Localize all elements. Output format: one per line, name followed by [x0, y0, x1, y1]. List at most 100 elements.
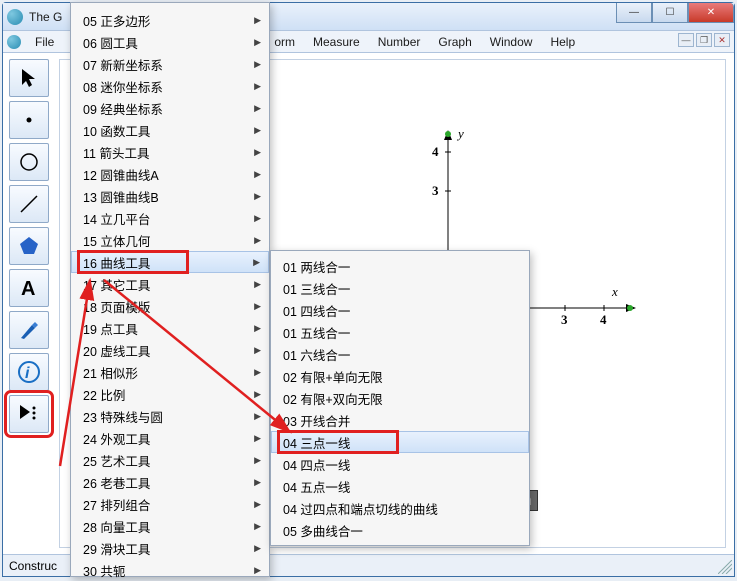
menu-item-label: 22 比例 [83, 385, 125, 404]
left-toolbar: A i [9, 59, 51, 433]
submenu-arrow-icon: ▶ [254, 367, 261, 378]
menu-window[interactable]: Window [482, 33, 541, 51]
menu-item-label: 12 圆锥曲线A [83, 165, 159, 184]
submenu-arrow-icon: ▶ [254, 213, 261, 224]
menu-item[interactable]: 13 圆锥曲线B▶ [71, 185, 269, 207]
menu-item-label: 11 箭头工具 [83, 143, 149, 162]
polygon-tool-button[interactable] [9, 227, 49, 265]
submenu-item[interactable]: 01 两线合一 [271, 255, 529, 277]
selection-arrow-tool[interactable] [9, 59, 49, 97]
submenu-arrow-icon: ▶ [254, 191, 261, 202]
menu-item[interactable]: 24 外观工具▶ [71, 427, 269, 449]
menu-item-label: 05 正多边形 [83, 11, 150, 30]
submenu-item[interactable]: 01 三线合一 [271, 277, 529, 299]
submenu-item-label: 01 六线合一 [283, 345, 350, 364]
submenu-item[interactable]: 04 过四点和端点切线的曲线 [271, 497, 529, 519]
submenu-item-label: 02 有限+双向无限 [283, 389, 383, 408]
menu-item-label: 26 老巷工具 [83, 473, 150, 492]
menu-item[interactable]: 05 正多边形▶ [71, 9, 269, 31]
submenu-item-label: 04 四点一线 [283, 455, 350, 474]
submenu-arrow-icon: ▶ [254, 565, 261, 576]
submenu-item[interactable]: 01 四线合一 [271, 299, 529, 321]
menu-item-label: 21 相似形 [83, 363, 138, 382]
menu-item[interactable]: 15 立体几何 ▶ [71, 229, 269, 251]
mdi-minimize[interactable]: — [678, 33, 694, 47]
submenu-item[interactable]: 02 有限+单向无限 [271, 365, 529, 387]
minimize-button[interactable]: — [616, 3, 652, 23]
submenu-item-label: 01 四线合一 [283, 301, 350, 320]
menu-item-label: 07 新新坐标系 [83, 55, 163, 74]
menu-item[interactable]: 28 向量工具▶ [71, 515, 269, 537]
submenu-item-label: 04 过四点和端点切线的曲线 [283, 499, 438, 518]
point-tool-button[interactable] [9, 101, 49, 139]
menu-number[interactable]: Number [370, 33, 429, 51]
maximize-button[interactable]: ☐ [652, 3, 688, 23]
mdi-close[interactable]: ✕ [714, 33, 730, 47]
submenu-arrow-icon: ▶ [254, 433, 261, 444]
mdi-controls: — ❐ ✕ [678, 33, 730, 47]
submenu-arrow-icon: ▶ [254, 235, 261, 246]
close-button[interactable]: ✕ [688, 3, 734, 23]
menu-item[interactable]: 27 排列组合▶ [71, 493, 269, 515]
submenu-arrow-icon: ▶ [254, 169, 261, 180]
doc-icon [7, 35, 21, 49]
submenu-item[interactable]: 01 五线合一 [271, 321, 529, 343]
submenu-arrow-icon: ▶ [254, 279, 261, 290]
custom-tool-button[interactable] [9, 395, 49, 433]
menu-help[interactable]: Help [542, 33, 583, 51]
menu-item-label: 14 立几平台 [83, 209, 150, 228]
menu-item[interactable]: 06 圆工具▶ [71, 31, 269, 53]
submenu-item[interactable]: 01 六线合一 [271, 343, 529, 365]
menu-item[interactable]: 10 函数工具▶ [71, 119, 269, 141]
menu-item[interactable]: 17 其它工具▶ [71, 273, 269, 295]
submenu-item-label: 02 有限+单向无限 [283, 367, 383, 386]
menu-item[interactable]: 07 新新坐标系▶ [71, 53, 269, 75]
menu-item[interactable]: 20 虚线工具▶ [71, 339, 269, 361]
menu-file[interactable]: File [27, 33, 62, 51]
submenu-arrow-icon: ▶ [254, 125, 261, 136]
submenu-item[interactable]: 05 多曲线合一 [271, 519, 529, 541]
menu-item[interactable]: 25 艺术工具▶ [71, 449, 269, 471]
menu-item-label: 28 向量工具 [83, 517, 150, 536]
menu-item[interactable]: 16 曲线工具▶ [71, 251, 269, 273]
marker-tool-button[interactable] [9, 311, 49, 349]
compass-tool-button[interactable] [9, 143, 49, 181]
x-axis-label: x [612, 284, 618, 300]
submenu-item[interactable]: 04 三点一线 [271, 431, 529, 453]
text-tool-button[interactable]: A [9, 269, 49, 307]
menu-measure[interactable]: Measure [305, 33, 368, 51]
resize-grip-icon[interactable] [718, 560, 732, 574]
menu-item-label: 15 立体几何 [83, 231, 150, 250]
menu-item[interactable]: 14 立几平台 ▶ [71, 207, 269, 229]
mdi-restore[interactable]: ❐ [696, 33, 712, 47]
submenu-arrow-icon: ▶ [254, 301, 261, 312]
submenu-item-label: 04 三点一线 [283, 433, 350, 452]
menu-item[interactable]: 09 经典坐标系▶ [71, 97, 269, 119]
submenu-arrow-icon: ▶ [254, 147, 261, 158]
submenu-item[interactable]: 03 开线合并 [271, 409, 529, 431]
menu-item[interactable]: 29 滑块工具▶ [71, 537, 269, 559]
segment-tool-button[interactable] [9, 185, 49, 223]
menu-item-label: 09 经典坐标系 [83, 99, 163, 118]
y-axis-label: y [458, 126, 464, 142]
submenu-item[interactable]: 04 五点一线 [271, 475, 529, 497]
menu-item[interactable]: 18 页面模版▶ [71, 295, 269, 317]
menu-item[interactable]: 12 圆锥曲线A ▶ [71, 163, 269, 185]
info-tool-button[interactable]: i [9, 353, 49, 391]
menu-item[interactable]: 30 共轭▶ [71, 559, 269, 581]
menu-item[interactable]: 19 点工具▶ [71, 317, 269, 339]
submenu-arrow-icon: ▶ [254, 37, 261, 48]
menu-item-label: 20 虚线工具 [83, 341, 150, 360]
menu-item[interactable]: 26 老巷工具▶ [71, 471, 269, 493]
menu-item[interactable]: 08 迷你坐标系▶ [71, 75, 269, 97]
submenu-item[interactable]: 04 四点一线 [271, 453, 529, 475]
menu-item[interactable]: 22 比例▶ [71, 383, 269, 405]
menu-item[interactable]: 11 箭头工具 ▶ [71, 141, 269, 163]
menu-item[interactable]: 23 特殊线与圆▶ [71, 405, 269, 427]
menu-transform[interactable]: orm [266, 33, 303, 51]
submenu-item[interactable]: 02 有限+双向无限 [271, 387, 529, 409]
curve-tools-submenu: 01 两线合一01 三线合一 01 四线合一01 五线合一 01 六线合一 02 有限… [270, 250, 530, 546]
menu-item-label: 08 迷你坐标系 [83, 77, 163, 96]
menu-graph[interactable]: Graph [430, 33, 479, 51]
menu-item[interactable]: 21 相似形 ▶ [71, 361, 269, 383]
